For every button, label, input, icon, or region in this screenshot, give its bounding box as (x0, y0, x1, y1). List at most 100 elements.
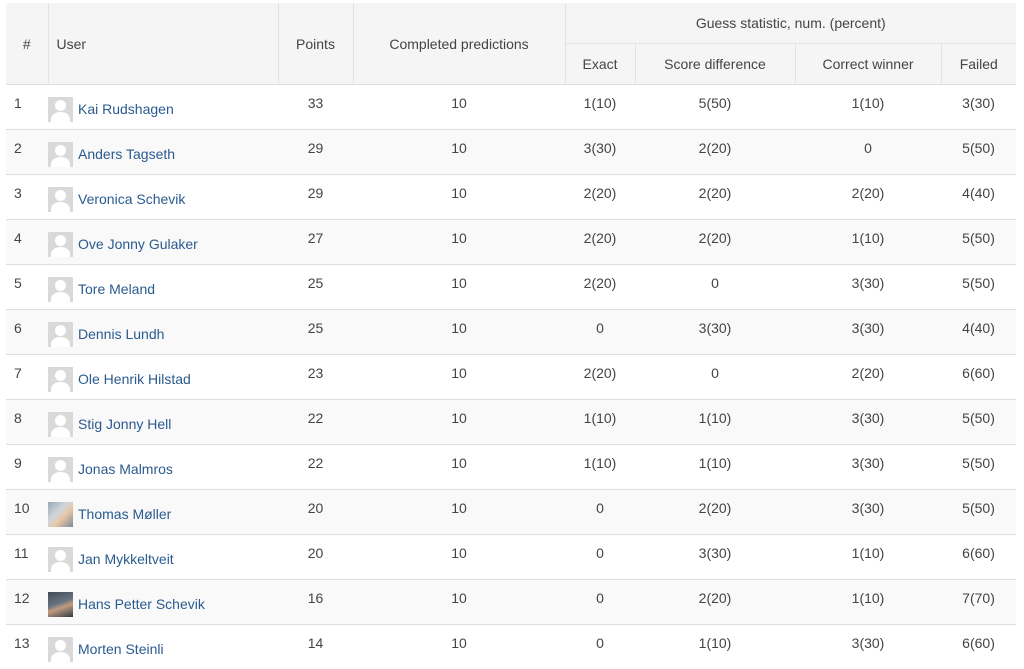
user-link[interactable]: Hans Petter Schevik (78, 596, 205, 612)
completed-cell: 10 (353, 310, 565, 355)
rank-value: 7 (14, 365, 22, 381)
user-cell: Hans Petter Schevik (48, 580, 278, 625)
exact-value: 0 (596, 590, 604, 606)
user-link[interactable]: Ove Jonny Gulaker (78, 236, 198, 252)
exact-cell: 0 (565, 310, 635, 355)
points-cell: 20 (278, 535, 353, 580)
default-avatar-icon[interactable] (48, 457, 73, 482)
points-value: 27 (308, 230, 324, 246)
default-avatar-icon[interactable] (48, 277, 73, 302)
user-link[interactable]: Jan Mykkeltveit (78, 551, 174, 567)
points-value: 22 (308, 455, 324, 471)
user-link[interactable]: Stig Jonny Hell (78, 416, 171, 432)
correct-winner-cell: 2(20) (795, 355, 941, 400)
completed-value: 10 (451, 185, 467, 201)
correct-winner-cell: 3(30) (795, 625, 941, 669)
correct-winner-value: 3(30) (852, 635, 885, 651)
rank-cell: 10 (6, 490, 48, 535)
header-completed-predictions: Completed predictions (353, 3, 565, 85)
user-cell: Morten Steinli (48, 625, 278, 669)
rank-value: 1 (14, 95, 22, 111)
exact-value: 0 (596, 635, 604, 651)
photo-avatar-icon[interactable] (48, 502, 73, 527)
completed-cell: 10 (353, 85, 565, 130)
completed-cell: 10 (353, 130, 565, 175)
header-points: Points (278, 3, 353, 85)
user-link[interactable]: Kai Rudshagen (78, 101, 174, 117)
photo-avatar-icon[interactable] (48, 592, 73, 617)
table-row: 7Ole Henrik Hilstad23102(20)02(20)6(60) (6, 355, 1016, 400)
exact-cell: 0 (565, 535, 635, 580)
points-cell: 25 (278, 265, 353, 310)
completed-value: 10 (451, 500, 467, 516)
leaderboard-table: # User Points Completed predictions Gues… (6, 3, 1016, 669)
rank-cell: 13 (6, 625, 48, 669)
exact-value: 1(10) (584, 410, 617, 426)
user-cell: Stig Jonny Hell (48, 400, 278, 445)
score-difference-value: 2(20) (699, 590, 732, 606)
points-cell: 27 (278, 220, 353, 265)
correct-winner-cell: 3(30) (795, 400, 941, 445)
score-difference-value: 2(20) (699, 230, 732, 246)
failed-value: 4(40) (962, 185, 995, 201)
rank-cell: 2 (6, 130, 48, 175)
correct-winner-value: 2(20) (852, 365, 885, 381)
rank-value: 12 (14, 590, 30, 606)
user-cell: Thomas Møller (48, 490, 278, 535)
exact-value: 1(10) (584, 455, 617, 471)
score-difference-value: 5(50) (699, 95, 732, 111)
rank-cell: 9 (6, 445, 48, 490)
points-value: 29 (308, 140, 324, 156)
completed-value: 10 (451, 275, 467, 291)
default-avatar-icon[interactable] (48, 547, 73, 572)
failed-cell: 3(30) (941, 85, 1016, 130)
user-cell: Jan Mykkeltveit (48, 535, 278, 580)
failed-cell: 5(50) (941, 490, 1016, 535)
correct-winner-cell: 3(30) (795, 445, 941, 490)
default-avatar-icon[interactable] (48, 187, 73, 212)
exact-value: 0 (596, 320, 604, 336)
correct-winner-value: 3(30) (852, 455, 885, 471)
default-avatar-icon[interactable] (48, 637, 73, 662)
failed-cell: 5(50) (941, 220, 1016, 265)
exact-cell: 0 (565, 580, 635, 625)
user-cell: Jonas Malmros (48, 445, 278, 490)
correct-winner-value: 0 (864, 140, 872, 156)
points-value: 14 (308, 635, 324, 651)
default-avatar-icon[interactable] (48, 322, 73, 347)
score-difference-value: 2(20) (699, 185, 732, 201)
user-link[interactable]: Anders Tagseth (78, 146, 175, 162)
default-avatar-icon[interactable] (48, 367, 73, 392)
failed-value: 7(70) (962, 590, 995, 606)
default-avatar-icon[interactable] (48, 142, 73, 167)
correct-winner-cell: 3(30) (795, 265, 941, 310)
user-link[interactable]: Thomas Møller (78, 506, 171, 522)
points-cell: 29 (278, 130, 353, 175)
leaderboard-container: # User Points Completed predictions Gues… (6, 3, 1016, 669)
score-difference-value: 2(20) (699, 140, 732, 156)
user-link[interactable]: Morten Steinli (78, 641, 164, 657)
correct-winner-value: 3(30) (852, 500, 885, 516)
points-cell: 25 (278, 310, 353, 355)
completed-value: 10 (451, 410, 467, 426)
user-link[interactable]: Jonas Malmros (78, 461, 173, 477)
header-failed: Failed (941, 44, 1016, 85)
exact-value: 1(10) (584, 95, 617, 111)
user-link[interactable]: Veronica Schevik (78, 191, 185, 207)
user-cell: Anders Tagseth (48, 130, 278, 175)
table-row: 6Dennis Lundh251003(30)3(30)4(40) (6, 310, 1016, 355)
exact-value: 0 (596, 545, 604, 561)
correct-winner-cell: 0 (795, 130, 941, 175)
default-avatar-icon[interactable] (48, 232, 73, 257)
user-link[interactable]: Tore Meland (78, 281, 155, 297)
user-cell: Ove Jonny Gulaker (48, 220, 278, 265)
user-link[interactable]: Ole Henrik Hilstad (78, 371, 191, 387)
default-avatar-icon[interactable] (48, 412, 73, 437)
user-link[interactable]: Dennis Lundh (78, 326, 164, 342)
table-row: 8Stig Jonny Hell22101(10)1(10)3(30)5(50) (6, 400, 1016, 445)
completed-value: 10 (451, 140, 467, 156)
default-avatar-icon[interactable] (48, 97, 73, 122)
failed-cell: 5(50) (941, 445, 1016, 490)
failed-cell: 4(40) (941, 175, 1016, 220)
completed-cell: 10 (353, 400, 565, 445)
